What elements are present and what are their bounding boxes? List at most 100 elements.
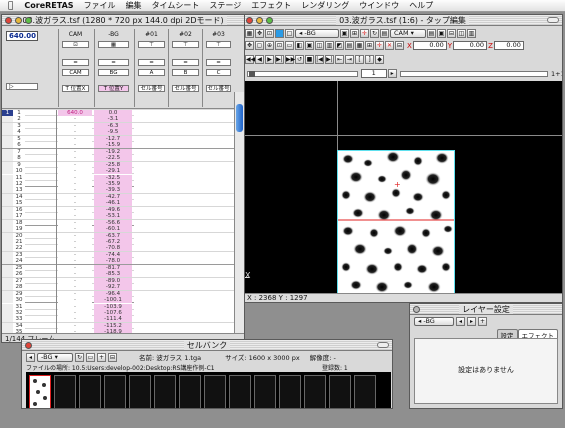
cell-02[interactable] xyxy=(168,142,202,149)
row-number[interactable]: 5 xyxy=(13,135,25,142)
close-icon[interactable] xyxy=(25,341,32,349)
row-marker[interactable] xyxy=(2,245,13,252)
row-marker[interactable] xyxy=(2,135,13,142)
cell-cam-x[interactable]: - xyxy=(58,219,92,226)
cell-03[interactable] xyxy=(202,226,234,233)
row-number[interactable]: 3 xyxy=(13,122,25,129)
tool-crop-icon[interactable]: ▢ xyxy=(255,41,264,50)
row-marker[interactable] xyxy=(2,193,13,200)
frame-field[interactable]: 1 xyxy=(360,69,387,78)
stop-icon[interactable]: ■ xyxy=(305,55,314,64)
cell-01[interactable] xyxy=(134,155,168,162)
cell-03[interactable] xyxy=(202,232,234,239)
row-number[interactable]: 11 xyxy=(13,174,25,181)
cell-cam-x[interactable]: - xyxy=(58,187,92,194)
zoom-icon[interactable] xyxy=(25,16,32,24)
cell-03[interactable] xyxy=(202,271,234,278)
cell-01[interactable] xyxy=(134,122,168,129)
cell-02[interactable] xyxy=(168,155,202,162)
cell-02[interactable] xyxy=(168,277,202,284)
column-03-icon[interactable]: ⊤ xyxy=(206,41,231,48)
cell-02[interactable] xyxy=(168,129,202,136)
menu-file[interactable]: ファイル xyxy=(79,0,121,11)
cell-slot[interactable] xyxy=(104,375,126,408)
cell-thumbnail[interactable] xyxy=(29,375,51,408)
app-menu[interactable]: CoreRETAS xyxy=(19,1,78,10)
cell-03[interactable] xyxy=(202,135,234,142)
cell-01[interactable] xyxy=(134,316,168,323)
cell-01[interactable] xyxy=(134,303,168,310)
frame-slider-2[interactable] xyxy=(399,70,548,77)
cell-02[interactable] xyxy=(168,245,202,252)
cell-01[interactable] xyxy=(134,245,168,252)
cell-03[interactable] xyxy=(202,284,234,291)
cell-02[interactable] xyxy=(168,264,202,271)
next-frame-icon[interactable]: ▶| xyxy=(275,55,284,64)
row-number[interactable]: 28 xyxy=(13,284,25,291)
row-number[interactable]: 22 xyxy=(13,245,25,252)
cellbank-filmstrip[interactable] xyxy=(26,372,391,408)
cell-cam-x[interactable]: - xyxy=(58,258,92,265)
cell-bg-y[interactable]: -78.0 xyxy=(94,258,132,265)
cell-01[interactable] xyxy=(134,110,168,116)
cell-01[interactable] xyxy=(134,226,168,233)
cell-01[interactable] xyxy=(134,213,168,220)
row-marker[interactable] xyxy=(2,226,13,233)
cell-bg-y[interactable]: -12.7 xyxy=(94,135,132,142)
cell-01[interactable] xyxy=(134,200,168,207)
cell-02[interactable] xyxy=(168,239,202,245)
cell-cam-x[interactable]: - xyxy=(58,148,92,155)
cell-bg-y[interactable]: -29.1 xyxy=(94,168,132,175)
cell-slot[interactable] xyxy=(154,375,176,408)
background-image[interactable]: + xyxy=(337,150,455,302)
cell-01[interactable] xyxy=(134,135,168,142)
target-icon[interactable]: ✛ xyxy=(360,29,369,38)
cell-cam-x[interactable]: - xyxy=(58,284,92,291)
column-03[interactable]: #03 ⊤ = C セル番号 xyxy=(202,29,234,107)
tool-compare-icon[interactable]: ◫ xyxy=(315,41,324,50)
cell-cam-x[interactable]: - xyxy=(58,303,92,310)
rewind-icon[interactable]: ◀◀ xyxy=(245,55,255,64)
cell-bg-y[interactable]: -9.5 xyxy=(94,129,132,136)
cell-03[interactable] xyxy=(202,161,234,168)
row-number[interactable]: 34 xyxy=(13,322,25,329)
cell-slot[interactable] xyxy=(54,375,76,408)
row-marker[interactable] xyxy=(2,206,13,213)
cellbank-toggle-icon[interactable] xyxy=(377,342,389,348)
tap-edit-titlebar[interactable]: 03.波ガラス.tsf (1:6) - タップ編集 xyxy=(243,15,562,26)
cell-01[interactable] xyxy=(134,290,168,297)
camera-link-icon[interactable]: ⊟ xyxy=(447,29,456,38)
cell-01[interactable] xyxy=(134,309,168,316)
cell-01[interactable] xyxy=(134,187,168,194)
column-cam-icon[interactable]: ⊡ xyxy=(62,41,89,48)
cell-03[interactable] xyxy=(202,142,234,149)
cell-02[interactable] xyxy=(168,322,202,329)
cell-cam-x[interactable]: - xyxy=(58,122,92,129)
cell-02[interactable] xyxy=(168,284,202,291)
column-bg[interactable]: -BG ▦ = BG T 位置Y xyxy=(94,29,132,107)
row-marker[interactable] xyxy=(2,129,13,136)
cell-cam-x[interactable]: - xyxy=(58,239,92,245)
tool-target-icon[interactable]: ✛ xyxy=(375,41,384,50)
frame-slider[interactable] xyxy=(247,70,358,77)
cell-slot[interactable] xyxy=(179,375,201,408)
row-marker[interactable] xyxy=(2,219,13,226)
cell-bg-y[interactable]: -56.6 xyxy=(94,219,132,226)
camera-depth-icon[interactable]: ◫ xyxy=(457,29,466,38)
cell-01[interactable] xyxy=(134,322,168,329)
cellbank-refresh-icon[interactable]: ↻ xyxy=(75,352,84,362)
row-number[interactable]: 9 xyxy=(13,161,25,168)
cell-01[interactable] xyxy=(134,239,168,245)
cellbank-layer-select[interactable]: -BG ▾ xyxy=(37,352,73,362)
cell-03[interactable] xyxy=(202,322,234,329)
menu-help[interactable]: ヘルプ xyxy=(404,0,438,11)
cell-02[interactable] xyxy=(168,187,202,194)
cell-bg-y[interactable]: -42.7 xyxy=(94,193,132,200)
cell-03[interactable] xyxy=(202,187,234,194)
cell-02[interactable] xyxy=(168,135,202,142)
step-fwd-icon[interactable]: ▶| xyxy=(325,55,334,64)
play-icon[interactable]: ▶ xyxy=(265,55,274,64)
row-marker[interactable] xyxy=(2,232,13,239)
apple-menu-icon[interactable]:  xyxy=(0,1,19,11)
mark-in-icon[interactable]: [ xyxy=(355,55,364,64)
